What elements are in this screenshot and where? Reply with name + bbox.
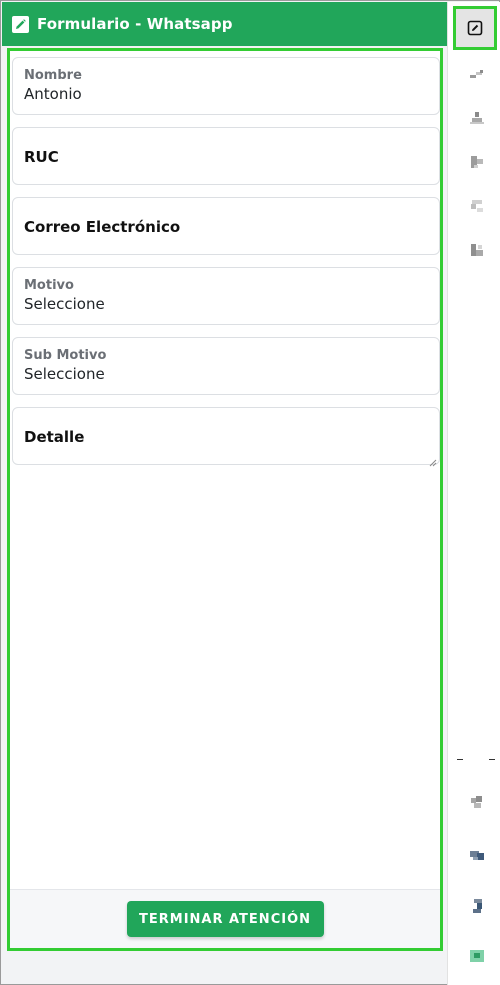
toolbar-separator: [457, 759, 495, 760]
detalle-textarea[interactable]: Detalle: [12, 407, 440, 467]
submotivo-label: Sub Motivo: [24, 348, 107, 363]
nombre-field[interactable]: Nombre Antonio: [12, 57, 440, 115]
correo-label: Correo Electrónico: [24, 218, 181, 236]
form-footer: TERMINAR ATENCIÓN: [10, 889, 440, 948]
tools-icon[interactable]: [468, 793, 486, 811]
user-icon[interactable]: [468, 109, 486, 127]
chart-icon[interactable]: [468, 241, 486, 259]
motivo-value: Seleccione: [24, 295, 105, 313]
right-toolbar: [447, 2, 500, 985]
form-title: Formulario - Whatsapp: [37, 15, 233, 33]
correo-field[interactable]: Correo Electrónico: [12, 197, 440, 255]
chat-icon[interactable]: [468, 847, 486, 865]
nombre-value: Antonio: [24, 85, 82, 103]
app-frame: Formulario - Whatsapp Nombre Antonio RUC…: [0, 0, 500, 985]
terminar-atencion-button[interactable]: TERMINAR ATENCIÓN: [126, 901, 324, 937]
ruc-label: RUC: [24, 148, 59, 166]
ruc-field[interactable]: RUC: [12, 127, 440, 185]
motivo-label: Motivo: [24, 278, 74, 293]
edit-icon: [12, 15, 29, 33]
resize-grip-icon[interactable]: [429, 454, 437, 467]
submotivo-value: Seleccione: [24, 365, 105, 383]
detalle-label: Detalle: [24, 428, 85, 446]
form-panel: Nombre Antonio RUC Correo Electrónico Mo…: [7, 48, 443, 951]
link-icon[interactable]: [468, 65, 486, 83]
edit-square-icon[interactable]: [453, 6, 497, 50]
phone-icon[interactable]: [468, 897, 486, 915]
refresh-icon[interactable]: [468, 197, 486, 215]
submotivo-select[interactable]: Sub Motivo Seleccione: [12, 337, 440, 395]
nombre-label: Nombre: [24, 68, 82, 83]
form-header: Formulario - Whatsapp: [2, 2, 447, 46]
motivo-select[interactable]: Motivo Seleccione: [12, 267, 440, 325]
image-icon[interactable]: [468, 947, 486, 965]
share-icon[interactable]: [468, 153, 486, 171]
